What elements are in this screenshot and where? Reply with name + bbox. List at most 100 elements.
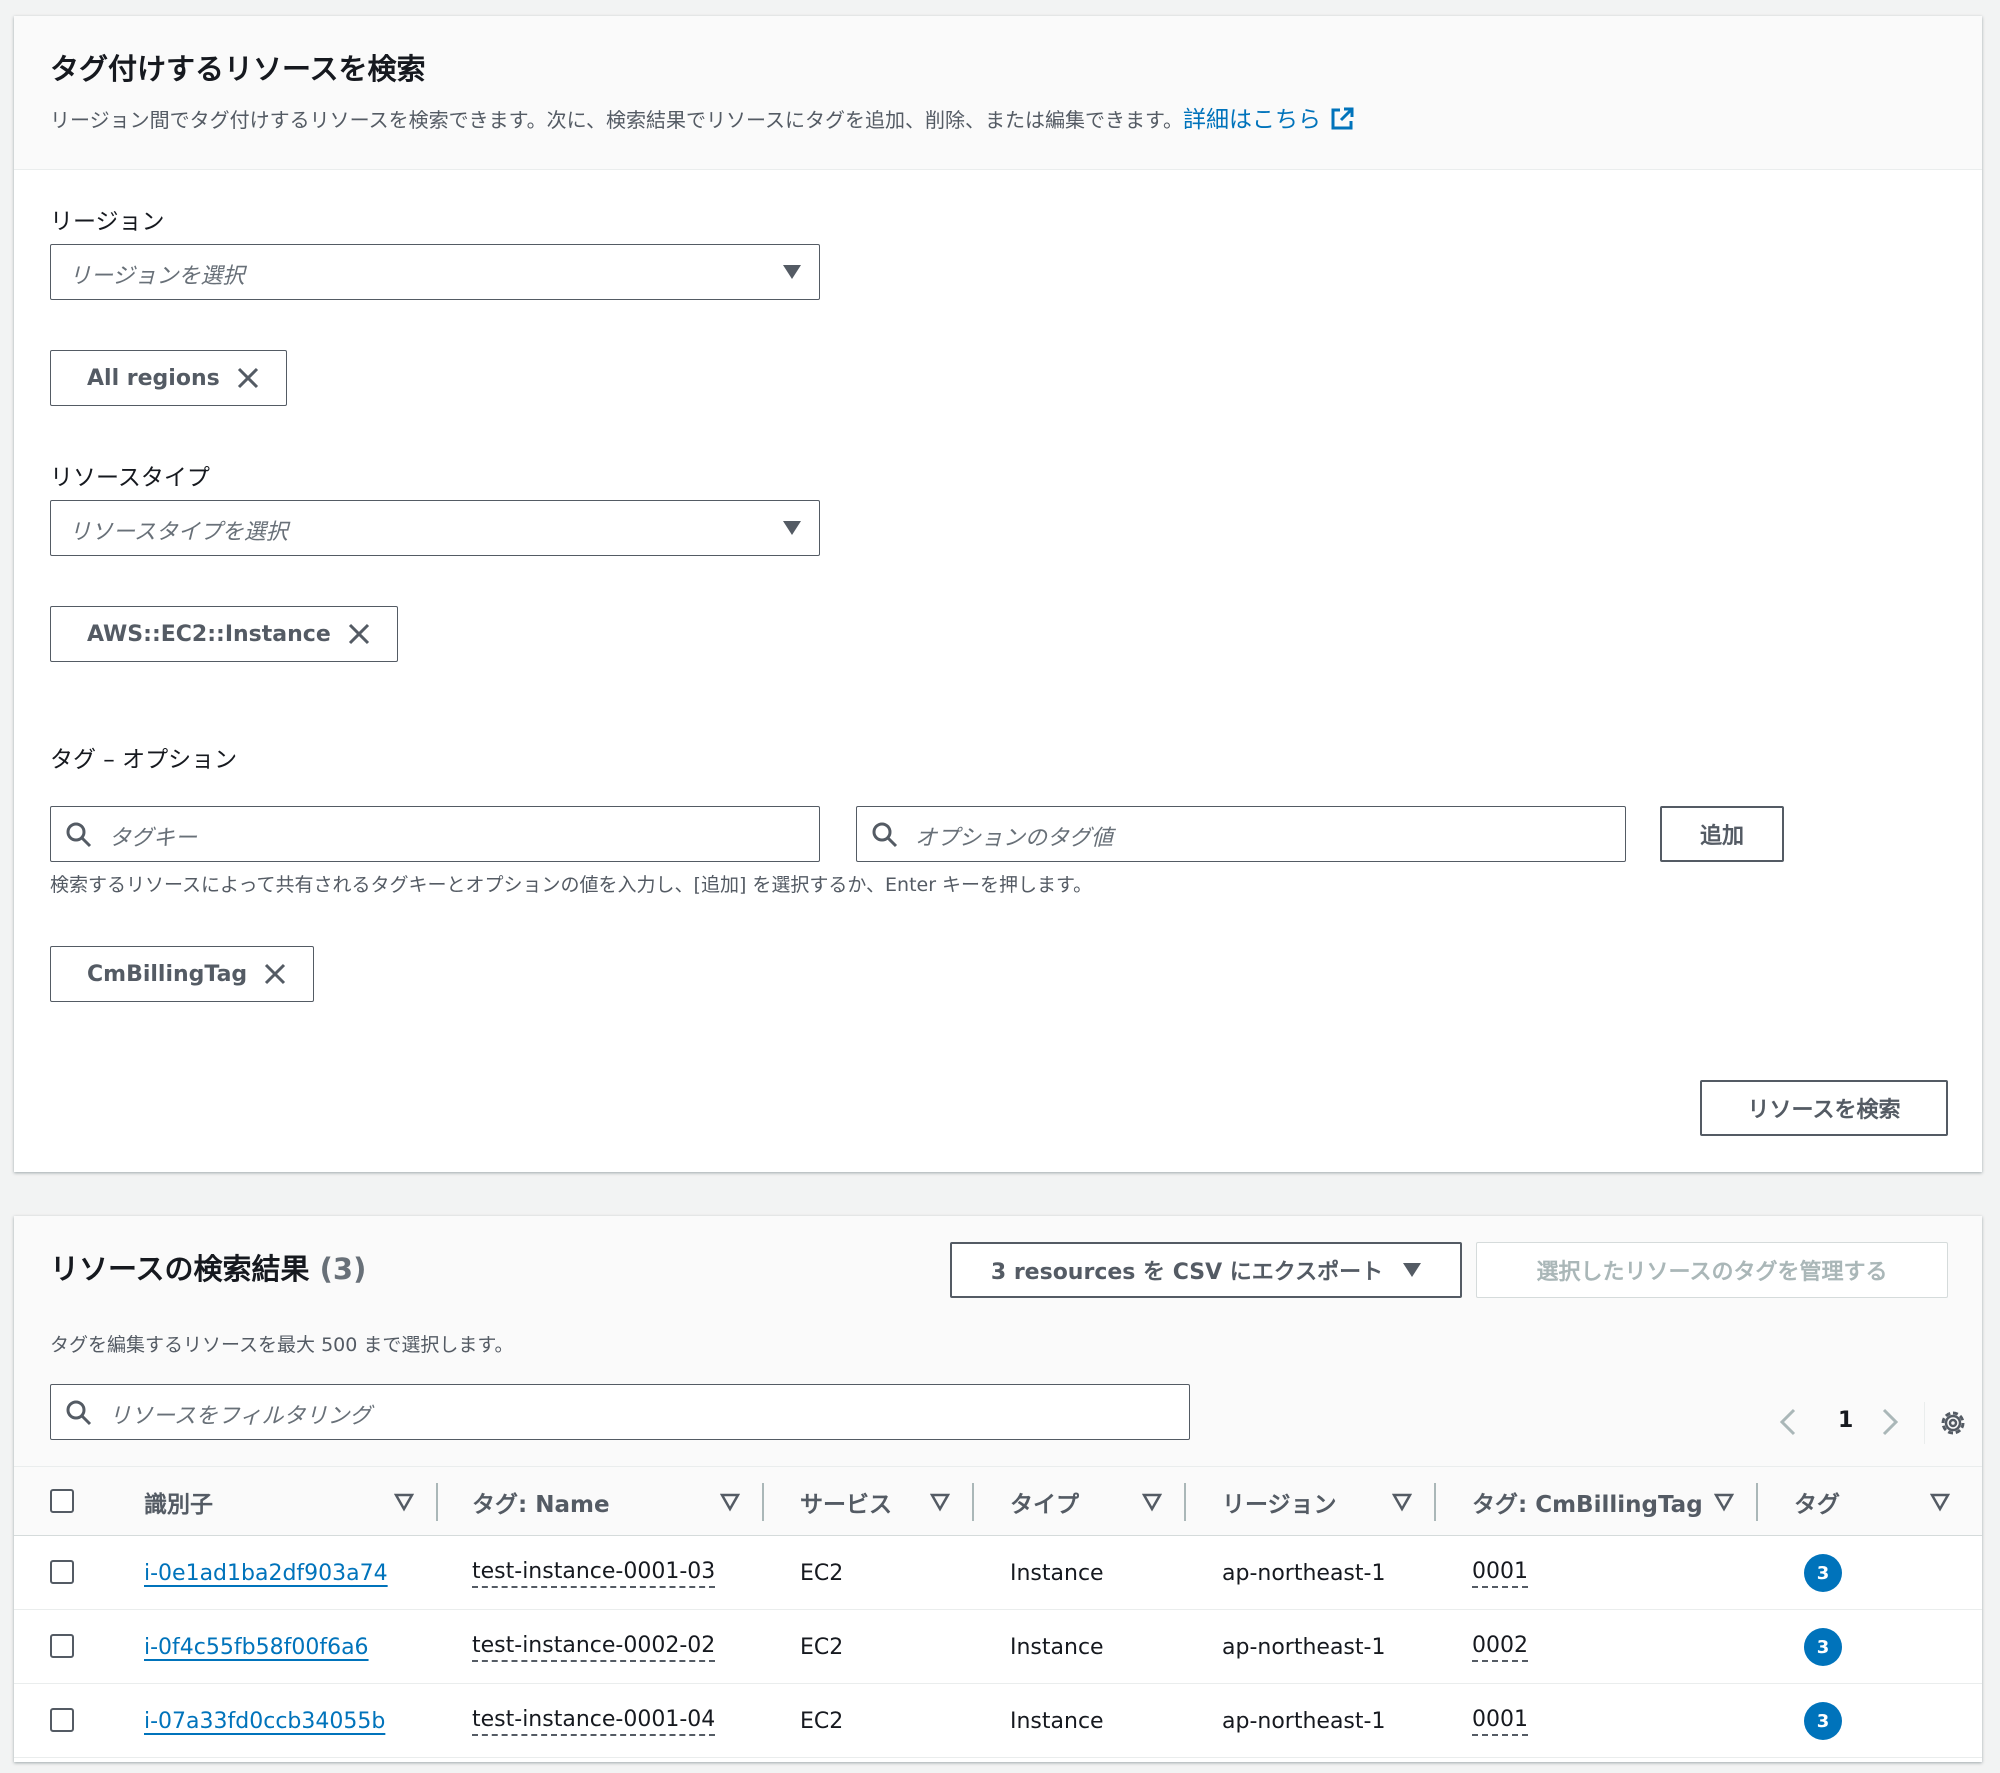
- resource-type-token: AWS::EC2::Instance: [50, 606, 398, 662]
- column-header-service[interactable]: サービス: [800, 1467, 892, 1537]
- sort-icon[interactable]: [930, 1467, 950, 1537]
- sort-icon[interactable]: [1142, 1467, 1162, 1537]
- tag-key-input[interactable]: タグキー: [50, 806, 820, 862]
- column-header-name[interactable]: タグ: Name: [472, 1467, 610, 1537]
- filter-placeholder: リソースをフィルタリング: [109, 1404, 372, 1429]
- chevron-right-icon[interactable]: [1880, 1408, 1900, 1436]
- tag-value-placeholder: オプションのタグ値: [915, 826, 1114, 851]
- row-checkbox[interactable]: [50, 1634, 74, 1658]
- row-checkbox[interactable]: [50, 1560, 74, 1584]
- chevron-left-icon[interactable]: [1778, 1408, 1798, 1436]
- search-icon: [66, 822, 92, 848]
- resource-type-label: リソースタイプ: [50, 465, 210, 491]
- sort-icon[interactable]: [720, 1467, 740, 1537]
- export-csv-button[interactable]: 3 resources を CSV にエクスポート: [950, 1242, 1462, 1298]
- tag-hint: 検索するリソースによって共有されるタグキーとオプションの値を入力し、[追加] を…: [50, 874, 1093, 896]
- region-cell: ap-northeast-1: [1222, 1708, 1386, 1734]
- billing-tag-cell: 0002: [1472, 1610, 1528, 1684]
- search-description: リージョン間でタグ付けするリソースを検索できます。次に、検索結果でリソースにタグ…: [50, 100, 1355, 134]
- select-all-checkbox[interactable]: [50, 1489, 74, 1513]
- pager-divider: [1924, 1402, 1925, 1444]
- page-number[interactable]: 1: [1838, 1408, 1853, 1433]
- search-resources-button[interactable]: リソースを検索: [1700, 1080, 1948, 1136]
- results-title: リソースの検索結果 (3): [50, 1246, 366, 1288]
- sort-icon[interactable]: [1930, 1467, 1950, 1537]
- service-cell: EC2: [800, 1560, 844, 1586]
- external-link-icon: [1331, 107, 1354, 130]
- billing-tag-cell: 0001: [1472, 1684, 1528, 1758]
- billing-tag-value: 0001: [1472, 1559, 1528, 1588]
- column-label: タグ: [1794, 1492, 1840, 1518]
- manage-tags-button[interactable]: 選択したリソースのタグを管理する: [1476, 1242, 1948, 1298]
- close-icon[interactable]: [347, 622, 371, 646]
- table-header: 識別子 タグ: Name サービス タイプ リージョン タグ: CmBillin…: [14, 1466, 1982, 1536]
- region-select-placeholder: リージョンを選択: [69, 264, 245, 289]
- service-cell: EC2: [800, 1634, 844, 1660]
- learn-more-label: 詳細はこちら: [1183, 107, 1321, 133]
- sort-icon[interactable]: [394, 1467, 414, 1537]
- row-checkbox[interactable]: [50, 1708, 74, 1732]
- resource-type-token-label: AWS::EC2::Instance: [87, 621, 331, 647]
- tag-key-placeholder: タグキー: [109, 826, 198, 851]
- results-table: 識別子 タグ: Name サービス タイプ リージョン タグ: CmBillin…: [14, 1466, 1982, 1758]
- column-label: タグ: Name: [472, 1492, 610, 1518]
- region-select[interactable]: リージョンを選択: [50, 244, 820, 300]
- resource-id-link[interactable]: i-07a33fd0ccb34055b: [144, 1684, 385, 1758]
- results-count: (3): [319, 1252, 367, 1286]
- type-cell: Instance: [1010, 1708, 1104, 1734]
- results-description: タグを編集するリソースを最大 500 まで選択します。: [50, 1334, 514, 1356]
- column-header-id[interactable]: 識別子: [144, 1467, 213, 1537]
- table-row[interactable]: i-0f4c55fb58f00f6a6 test-instance-0002-0…: [14, 1610, 1982, 1684]
- tag-count-badge[interactable]: 3: [1804, 1554, 1842, 1592]
- column-divider: [1434, 1483, 1436, 1521]
- table-row[interactable]: i-07a33fd0ccb34055b test-instance-0001-0…: [14, 1684, 1982, 1758]
- add-tag-button[interactable]: 追加: [1660, 806, 1784, 862]
- resource-type-select-placeholder: リソースタイプを選択: [69, 520, 288, 545]
- column-divider: [1184, 1483, 1186, 1521]
- region-cell: ap-northeast-1: [1222, 1560, 1386, 1586]
- billing-tag-value: 0001: [1472, 1707, 1528, 1736]
- table-row[interactable]: i-0e1ad1ba2df903a74 test-instance-0001-0…: [14, 1536, 1982, 1610]
- column-header-region[interactable]: リージョン: [1222, 1467, 1337, 1537]
- caret-down-icon: [783, 265, 801, 279]
- column-label: タイプ: [1010, 1492, 1079, 1518]
- sort-icon[interactable]: [1392, 1467, 1412, 1537]
- tags-cell: 3: [1804, 1684, 1842, 1758]
- tag-count-badge[interactable]: 3: [1804, 1702, 1842, 1740]
- resource-id-link[interactable]: i-0e1ad1ba2df903a74: [144, 1536, 388, 1610]
- search-icon: [872, 822, 898, 848]
- billing-tag-cell: 0001: [1472, 1536, 1528, 1610]
- filter-input[interactable]: リソースをフィルタリング: [50, 1384, 1190, 1440]
- gear-icon[interactable]: [1938, 1408, 1968, 1438]
- region-token: All regions: [50, 350, 287, 406]
- tag-count-badge[interactable]: 3: [1804, 1628, 1842, 1666]
- column-label: タグ: CmBillingTag: [1472, 1492, 1703, 1518]
- export-csv-label: 3 resources を CSV にエクスポート: [990, 1260, 1384, 1285]
- region-cell: ap-northeast-1: [1222, 1634, 1386, 1660]
- tag-value-input[interactable]: オプションのタグ値: [856, 806, 1626, 862]
- close-icon[interactable]: [263, 962, 287, 986]
- column-header-type[interactable]: タイプ: [1010, 1467, 1079, 1537]
- type-cell: Instance: [1010, 1634, 1104, 1660]
- column-divider: [762, 1483, 764, 1521]
- region-label: リージョン: [50, 209, 165, 235]
- column-header-billing-tag[interactable]: タグ: CmBillingTag: [1472, 1467, 1703, 1537]
- results-header: リソースの検索結果 (3) 3 resources を CSV にエクスポート …: [14, 1216, 1982, 1466]
- learn-more-link[interactable]: 詳細はこちら: [1183, 107, 1355, 133]
- results-panel: リソースの検索結果 (3) 3 resources を CSV にエクスポート …: [14, 1216, 1982, 1762]
- search-panel-header: タグ付けするリソースを検索 リージョン間でタグ付けするリソースを検索できます。次…: [14, 16, 1982, 170]
- sort-icon[interactable]: [1714, 1467, 1734, 1537]
- service-cell: EC2: [800, 1708, 844, 1734]
- name-tag-value: test-instance-0001-04: [472, 1707, 716, 1736]
- column-header-tags[interactable]: タグ: [1794, 1467, 1840, 1537]
- pagination: 1: [1752, 1394, 1982, 1450]
- resource-type-select[interactable]: リソースタイプを選択: [50, 500, 820, 556]
- search-description-text: リージョン間でタグ付けするリソースを検索できます。次に、検索結果でリソースにタグ…: [50, 108, 1183, 132]
- search-title: タグ付けするリソースを検索: [50, 52, 426, 86]
- name-tag-cell: test-instance-0001-04: [472, 1684, 716, 1758]
- tag-token: CmBillingTag: [50, 946, 315, 1002]
- close-icon[interactable]: [236, 366, 260, 390]
- name-tag-cell: test-instance-0001-03: [472, 1536, 716, 1610]
- resource-id-link[interactable]: i-0f4c55fb58f00f6a6: [144, 1610, 369, 1684]
- results-title-text: リソースの検索結果: [50, 1252, 310, 1286]
